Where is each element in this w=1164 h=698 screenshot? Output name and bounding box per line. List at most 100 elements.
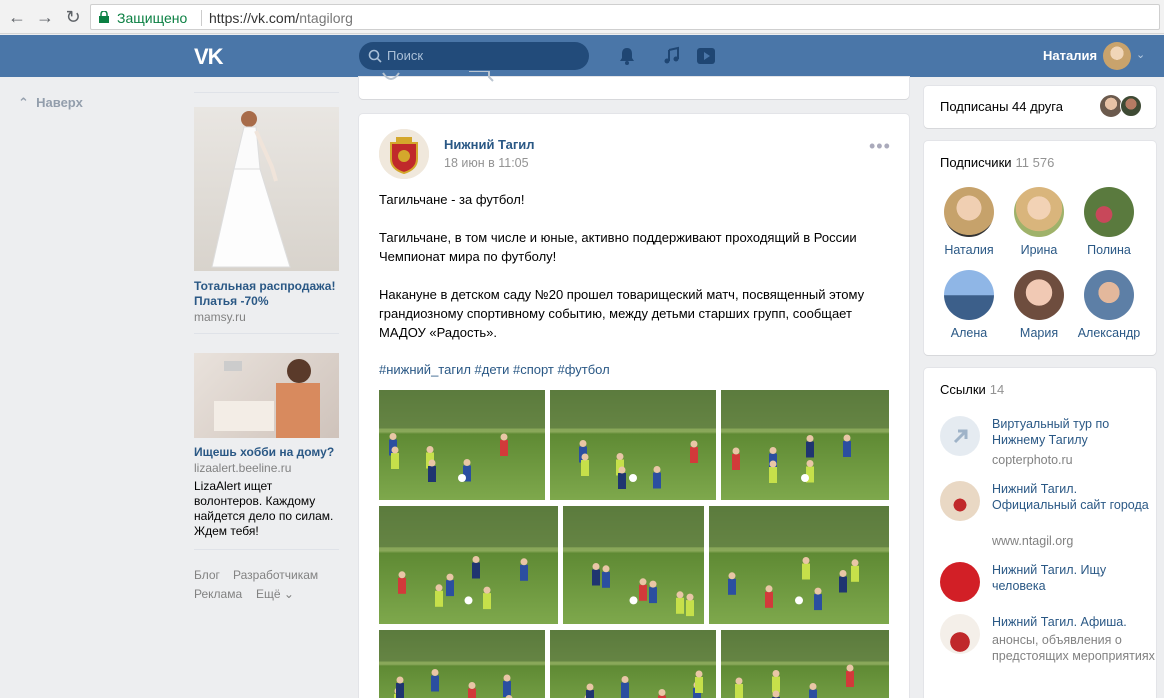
chevron-down-icon: ⌄ [283, 587, 294, 601]
dress-image [211, 111, 291, 268]
subscriber-item[interactable]: Ирина [1004, 187, 1074, 257]
links-header[interactable]: Ссылки 14 [940, 382, 1004, 397]
footer-developers-link[interactable]: Разработчикам [233, 568, 318, 582]
scroll-up-label: Наверх [36, 95, 83, 110]
subscriber-name: Алена [950, 326, 988, 340]
post-actions-icons[interactable] [381, 71, 501, 85]
post-photo[interactable] [721, 390, 889, 500]
subscribers-label: Подписчики [940, 155, 1012, 170]
subscriber-item[interactable]: Мария [1004, 270, 1074, 340]
wall-post: Нижний Тагил 18 июн в 11:05 ••• Тагильча… [359, 114, 909, 698]
links-block: Ссылки 14 Виртуальный тур по Нижнему Таги… [924, 368, 1156, 698]
play-icon[interactable] [696, 46, 716, 66]
previous-post-footer [359, 71, 909, 99]
ad-image[interactable] [194, 353, 339, 438]
post-hashtags[interactable]: #нижний_тагил #дети #спорт #футбол [379, 362, 610, 377]
post-photo[interactable] [550, 630, 716, 698]
coat-of-arms-icon [379, 129, 429, 179]
avatar [944, 187, 994, 237]
subscribers-header[interactable]: Подписчики 11 576 [940, 155, 1054, 170]
subscriber-name: Полина [1087, 243, 1131, 257]
avatar [1014, 187, 1064, 237]
music-icon[interactable] [662, 46, 682, 66]
footer-blog-link[interactable]: Блог [194, 568, 220, 582]
friends-block[interactable]: Подписаны 44 друга [924, 86, 1156, 128]
post-photo[interactable] [379, 630, 545, 698]
avatar[interactable] [1103, 42, 1131, 70]
avatar [944, 270, 994, 320]
post-photo[interactable] [563, 506, 704, 624]
back-icon[interactable]: ← [6, 6, 28, 28]
link-title: Виртуальный тур по Нижнему Тагилу [992, 417, 1110, 447]
vk-logo[interactable]: VK [194, 44, 224, 70]
avatar [1084, 270, 1134, 320]
ad-title[interactable]: Ищешь хобби на дому? [194, 445, 339, 460]
post-paragraph: Тагильчане - за футбол! [379, 192, 525, 207]
subscriber-name: Наталия [944, 243, 994, 257]
subscriber-item[interactable]: Полина [1074, 187, 1144, 257]
subscriber-name: Ирина [1020, 243, 1058, 257]
divider [194, 92, 339, 93]
post-photo[interactable] [721, 630, 889, 698]
subscriber-item[interactable]: Алена [934, 270, 1004, 340]
ad-title[interactable]: Тотальная распродажа! Платья -70% [194, 279, 339, 309]
search-placeholder: Поиск [387, 48, 424, 63]
group-avatar[interactable] [379, 129, 429, 179]
secure-label: Защищено [117, 10, 188, 26]
ad-text: LizaAlert ищет волонтеров. Каждому найде… [194, 479, 334, 538]
post-author[interactable]: Нижний Тагил [444, 137, 535, 152]
city-logo-icon [940, 481, 980, 521]
footer-more-label: Ещё [256, 587, 281, 601]
url-text: https://vk.com/ntagilorg [209, 10, 353, 26]
link-arrow-icon [940, 416, 980, 456]
subscribers-block: Подписчики 11 576 Наталия Ирина Полина Ал… [924, 141, 1156, 355]
address-bar[interactable]: Защищено https://vk.com/ntagilorg [90, 4, 1160, 30]
divider [194, 333, 339, 334]
ad-domain[interactable]: mamsy.ru [194, 310, 246, 324]
post-date[interactable]: 18 июн в 11:05 [444, 156, 529, 170]
address-divider [201, 10, 202, 26]
avatar [1100, 95, 1122, 117]
subscriber-item[interactable]: Александр [1074, 270, 1144, 340]
footer-more-link[interactable]: Ещё ⌄ [256, 587, 294, 601]
post-photo[interactable] [550, 390, 716, 500]
woman-phone-image [214, 359, 320, 438]
scroll-up-link[interactable]: ⌃ Наверх [18, 95, 83, 111]
url-path: ntagilorg [299, 10, 353, 26]
post-photo[interactable] [379, 506, 558, 624]
forward-icon[interactable]: → [34, 6, 56, 28]
link-title: Нижний Тагил. Афиша. [992, 615, 1127, 629]
search-icon [368, 49, 382, 63]
site-header: VK Поиск Наталия ⌄ [0, 35, 1164, 77]
link-title: Нижний Тагил. Официальный сайт города [992, 482, 1149, 512]
bell-icon[interactable] [617, 46, 637, 66]
avatar [1084, 187, 1134, 237]
subscriber-item[interactable]: Наталия [934, 187, 1004, 257]
avatar [1120, 95, 1142, 117]
links-label: Ссылки [940, 382, 986, 397]
post-photo[interactable] [709, 506, 889, 624]
reload-icon[interactable]: ↻ [62, 6, 84, 28]
footer-ads-link[interactable]: Реклама [194, 587, 242, 601]
link-title: Нижний Тагил. Ищу человека [992, 563, 1107, 593]
subscriber-name: Александр [1077, 326, 1141, 340]
more-options-icon[interactable]: ••• [869, 136, 891, 157]
chevron-up-icon: ⌃ [18, 95, 29, 110]
link-desc: www.ntagil.org [992, 534, 1074, 548]
link-desc: анонсы, объявления о предстоящих меропри… [992, 633, 1155, 663]
search-input[interactable]: Поиск [359, 42, 589, 70]
ad-domain[interactable]: lizaalert.beeline.ru [194, 461, 291, 475]
subscribers-count: 11 576 [1015, 155, 1055, 170]
post-paragraph: Тагильчане, в том числе и юные, активно … [379, 230, 857, 264]
divider [194, 549, 339, 550]
links-count: 14 [989, 382, 1005, 397]
lock-icon [99, 11, 109, 23]
avatar [1014, 270, 1064, 320]
chevron-down-icon[interactable]: ⌄ [1136, 48, 1145, 61]
find-person-logo-icon [940, 562, 980, 602]
post-photo[interactable] [379, 390, 545, 500]
user-name[interactable]: Наталия [1043, 48, 1097, 63]
post-paragraph: Накануне в детском саду №20 прошел товар… [379, 287, 865, 340]
ad-image[interactable] [194, 107, 339, 271]
subscriber-name: Мария [1019, 326, 1059, 340]
